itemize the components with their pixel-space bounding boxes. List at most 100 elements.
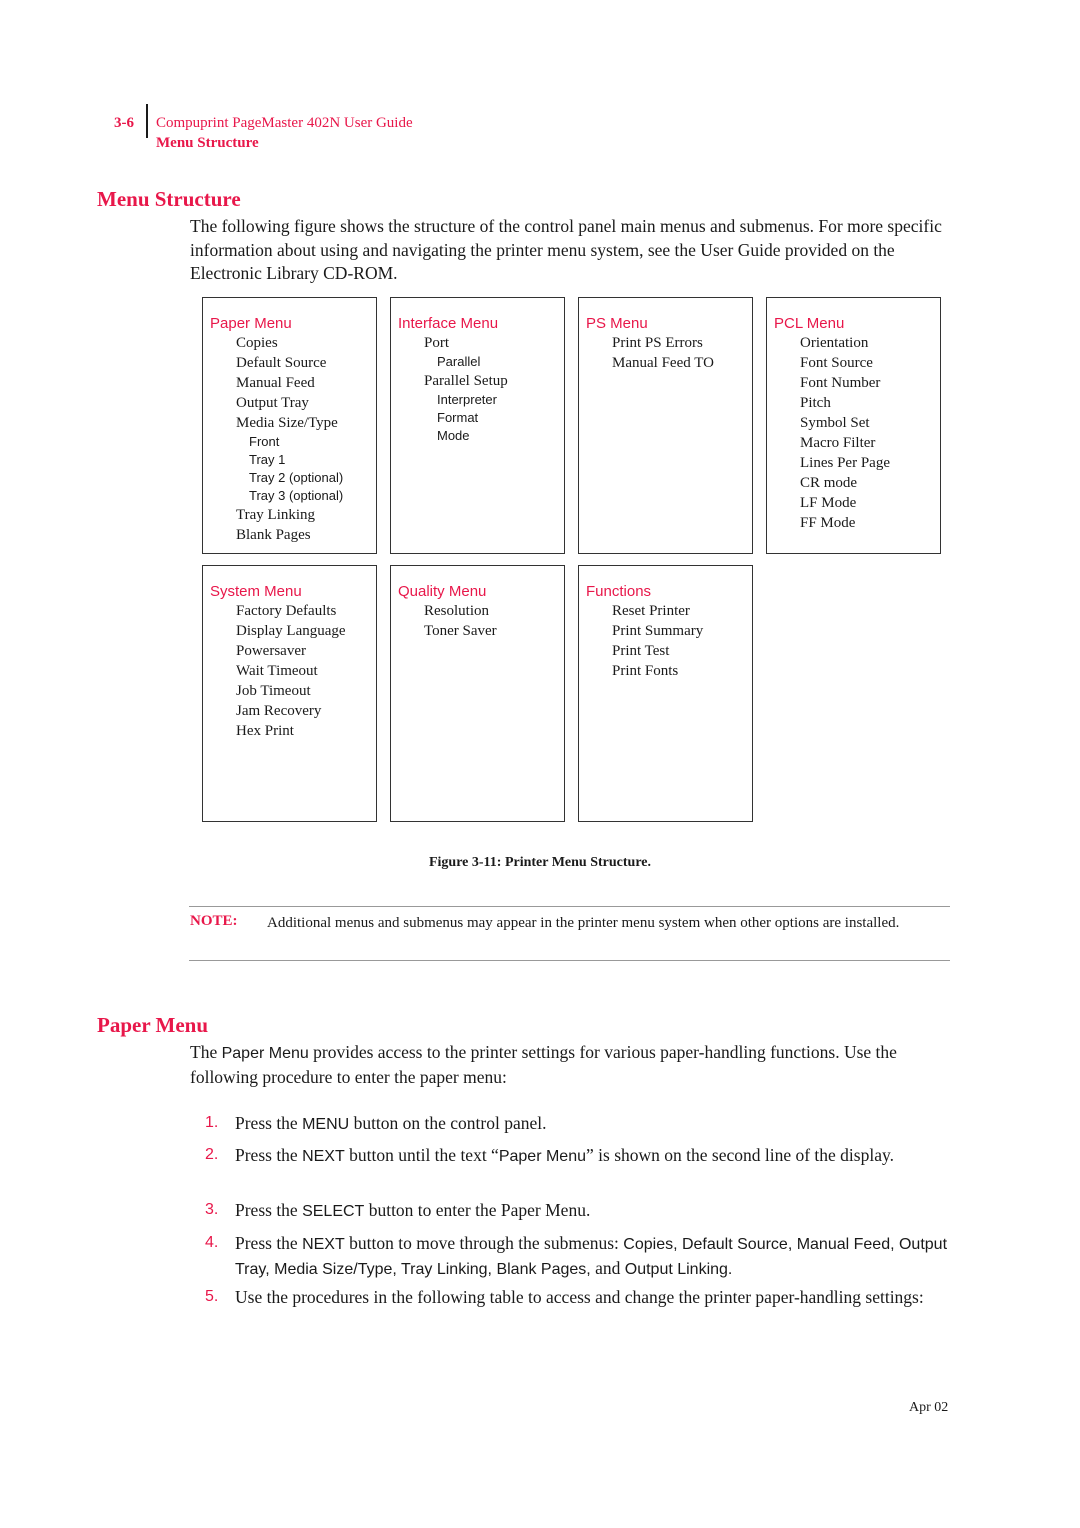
menu-item: Powersaver xyxy=(236,643,306,659)
menu-item: Print Summary xyxy=(612,623,704,639)
submenu-option: Parallel xyxy=(437,354,481,369)
note-bottom-rule xyxy=(189,960,950,961)
note-label: NOTE: xyxy=(190,913,238,929)
menu-item: Parallel Setup xyxy=(424,373,508,389)
step-number: 5. xyxy=(205,1288,219,1305)
menu-item: Font Source xyxy=(800,355,873,371)
header-divider xyxy=(146,104,148,138)
menu-item: Jam Recovery xyxy=(236,703,322,719)
menu-box: System Menu Factory Defaults Display Langu… xyxy=(202,565,377,822)
text: Press the xyxy=(235,1145,303,1165)
note-text: Additional menus and submenus may appear… xyxy=(267,915,900,931)
menu-item: Manual Feed TO xyxy=(612,355,714,371)
menu-item: Resolution xyxy=(424,603,490,619)
menu-item: Symbol Set xyxy=(800,415,870,431)
menu-structure-heading: Menu Structure xyxy=(97,187,241,211)
ui-term: Paper Menu xyxy=(498,1148,586,1165)
menu-item: Media Size/Type xyxy=(236,415,338,431)
menu-item: Print Fonts xyxy=(612,663,679,679)
submenu-option: Format xyxy=(437,410,479,425)
intro-code: Paper Menu xyxy=(221,1045,309,1062)
ui-term: Output Linking. xyxy=(624,1260,733,1278)
submenu-option: Tray 1 xyxy=(249,452,286,467)
procedure-step: 1. Press the MENU button on the control p… xyxy=(205,1112,950,1137)
submenu-option: Interpreter xyxy=(437,392,497,407)
paper-menu-heading: Paper Menu xyxy=(97,1013,209,1037)
menu-box: Quality Menu Resolution Toner Saver xyxy=(390,565,565,822)
submenu-option: Front xyxy=(249,434,280,449)
step-text: Press the SELECT button to enter the Pap… xyxy=(235,1199,950,1224)
menu-title: Paper Menu xyxy=(210,315,292,332)
menu-box: Interface Menu Port Parallel Parallel Setup… xyxy=(390,297,565,554)
submenu-option: Tray 3 (optional) xyxy=(249,488,344,503)
menu-title: System Menu xyxy=(210,583,302,600)
intro-text: The xyxy=(190,1042,222,1062)
procedure-step: 5. Use the procedures in the following ta… xyxy=(205,1286,950,1309)
step-text: Press the NEXT button until the text “Pa… xyxy=(235,1144,950,1169)
text: button on the control panel. xyxy=(349,1113,547,1133)
menu-title: PCL Menu xyxy=(774,315,845,332)
menu-box: PCL Menu Orientation Font Source Font Numbe… xyxy=(766,297,941,554)
text: Press the xyxy=(235,1233,303,1253)
menu-item: Job Timeout xyxy=(236,683,311,699)
text: Press the xyxy=(235,1113,303,1133)
text: button to move through the submenus: xyxy=(344,1233,624,1253)
step-number: 2. xyxy=(205,1146,219,1163)
menu-title: Functions xyxy=(586,583,652,600)
page-number: 3-6 xyxy=(114,115,134,131)
text: ” is shown on the second line of the dis… xyxy=(586,1145,894,1165)
menu-title: Interface Menu xyxy=(398,315,499,332)
menu-item: Wait Timeout xyxy=(236,663,318,679)
ui-term: NEXT xyxy=(302,1236,345,1253)
menu-item: Factory Defaults xyxy=(236,603,337,619)
menu-title: PS Menu xyxy=(586,315,648,332)
step-text: Press the NEXT button to move through th… xyxy=(235,1232,950,1281)
ui-term: MENU xyxy=(302,1116,350,1133)
menu-item: Print PS Errors xyxy=(612,335,703,351)
note-top-rule xyxy=(189,906,950,907)
menu-box: Functions Reset Printer Print Summary Print… xyxy=(578,565,753,822)
menu-item: Macro Filter xyxy=(800,435,876,451)
menu-item: Port xyxy=(424,335,450,351)
menu-item: Output Tray xyxy=(236,395,309,411)
procedure-step: 3. Press the SELECT button to enter the P… xyxy=(205,1199,950,1224)
menu-item: Lines Per Page xyxy=(800,455,890,471)
menu-box: PS Menu Print PS Errors Manual Feed TO xyxy=(578,297,753,554)
text: and xyxy=(590,1257,625,1278)
menu-item: Manual Feed xyxy=(236,375,315,391)
menu-title: Quality Menu xyxy=(398,583,487,600)
step-text: Use the procedures in the following tabl… xyxy=(235,1286,950,1309)
step-text: Press the MENU button on the control pan… xyxy=(235,1112,950,1137)
step-number: 4. xyxy=(205,1234,219,1251)
ui-term: NEXT xyxy=(302,1148,345,1165)
procedure-step: 2. Press the NEXT button until the text “… xyxy=(205,1144,950,1169)
menu-structure-intro: The following figure shows the structure… xyxy=(190,216,942,283)
submenu-option: Tray 2 (optional) xyxy=(249,470,344,485)
menu-box: Paper Menu Copies Default Source Manual Fee… xyxy=(202,297,377,554)
menu-item: Toner Saver xyxy=(424,623,497,639)
text: button to enter the Paper Menu. xyxy=(364,1200,591,1220)
menu-item: Print Test xyxy=(612,643,670,659)
menu-item: Hex Print xyxy=(236,723,294,739)
menu-item: Reset Printer xyxy=(612,603,690,619)
step-number: 3. xyxy=(205,1201,219,1218)
menu-item: Font Number xyxy=(800,375,881,391)
menu-item: Display Language xyxy=(236,623,346,639)
footer-date: Apr 02 xyxy=(909,1400,949,1415)
menu-item: LF Mode xyxy=(800,495,857,511)
menu-item: FF Mode xyxy=(800,515,856,531)
submenu-option: Mode xyxy=(437,428,470,443)
procedure-step: 4. Press the NEXT button to move through … xyxy=(205,1232,950,1281)
book-title: Compuprint PageMaster 402N User Guide xyxy=(156,115,413,131)
text: Use the procedures in the following tabl… xyxy=(235,1287,924,1307)
menu-item: Default Source xyxy=(236,355,327,371)
menu-item: Blank Pages xyxy=(236,527,311,543)
menu-item: CR mode xyxy=(800,475,858,491)
menu-item: Copies xyxy=(236,335,278,351)
text: Press the xyxy=(235,1200,303,1220)
figure-caption: Figure 3-11: Printer Menu Structure. xyxy=(428,855,652,870)
ui-term: SELECT xyxy=(302,1203,365,1220)
section-title: Menu Structure xyxy=(156,135,259,151)
paper-menu-intro: The Paper Menu provides access to the pr… xyxy=(190,1041,950,1089)
text: button until the text “ xyxy=(344,1145,499,1165)
